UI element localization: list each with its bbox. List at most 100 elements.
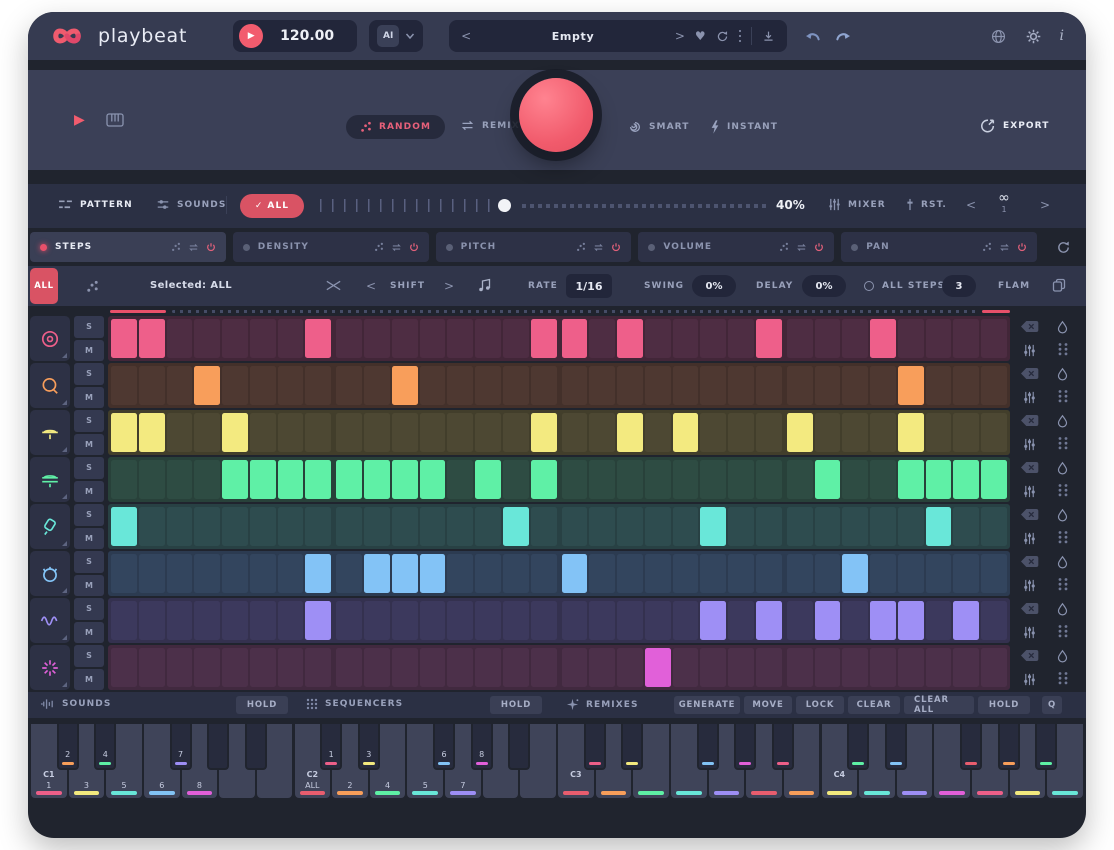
step-cell-10[interactable] — [364, 460, 390, 499]
step-cell-27[interactable] — [842, 460, 868, 499]
tab-sounds[interactable]: SOUNDS — [156, 198, 226, 211]
solo-button[interactable]: S — [74, 316, 104, 338]
step-cell-14[interactable] — [475, 601, 501, 640]
piano-mode-icon[interactable] — [106, 113, 124, 127]
step-cell-10[interactable] — [364, 554, 390, 593]
step-cell-24[interactable] — [756, 601, 782, 640]
step-cell-17[interactable] — [562, 319, 588, 358]
piano-key-As2[interactable] — [508, 724, 530, 770]
drag-handle-icon[interactable] — [1047, 669, 1078, 691]
step-cell-4[interactable] — [194, 554, 220, 593]
step-cell-19[interactable] — [617, 413, 643, 452]
step-cell-20[interactable] — [645, 554, 671, 593]
step-cell-11[interactable] — [392, 413, 418, 452]
step-cell-10[interactable] — [364, 319, 390, 358]
step-cell-20[interactable] — [645, 413, 671, 452]
step-cell-29[interactable] — [898, 413, 924, 452]
mute-button[interactable]: M — [74, 528, 104, 550]
erase-track-icon[interactable] — [1014, 316, 1045, 338]
step-cell-21[interactable] — [673, 648, 699, 687]
step-cell-8[interactable] — [305, 319, 331, 358]
step-cell-23[interactable] — [728, 366, 754, 405]
step-cell-26[interactable] — [815, 648, 841, 687]
tab-density[interactable]: DENSITY — [233, 232, 429, 262]
step-cell-17[interactable] — [562, 366, 588, 405]
solo-button[interactable]: S — [74, 457, 104, 479]
step-cell-8[interactable] — [305, 507, 331, 546]
loop-icon[interactable] — [999, 243, 1010, 252]
step-cell-26[interactable] — [815, 554, 841, 593]
piano-key-Ds1[interactable]: 4 — [94, 724, 116, 770]
step-cell-16[interactable] — [531, 366, 557, 405]
piano-key-Cs2[interactable]: 1 — [320, 724, 342, 770]
step-cell-28[interactable] — [870, 507, 896, 546]
step-cell-25[interactable] — [787, 366, 813, 405]
step-cell-9[interactable] — [336, 554, 362, 593]
step-cell-6[interactable] — [250, 413, 276, 452]
step-cell-13[interactable] — [447, 413, 473, 452]
drag-handle-icon[interactable] — [1047, 528, 1078, 550]
step-cell-22[interactable] — [700, 507, 726, 546]
drag-handle-icon[interactable] — [1047, 340, 1078, 362]
step-cell-22[interactable] — [700, 413, 726, 452]
step-cell-13[interactable] — [447, 554, 473, 593]
step-cell-20[interactable] — [645, 319, 671, 358]
step-cell-18[interactable] — [589, 319, 615, 358]
step-cell-13[interactable] — [447, 366, 473, 405]
piano-key-Fs3[interactable] — [697, 724, 719, 770]
step-cell-31[interactable] — [953, 366, 979, 405]
instant-button[interactable]: INSTANT — [710, 120, 778, 134]
step-cell-28[interactable] — [870, 366, 896, 405]
step-cell-18[interactable] — [589, 554, 615, 593]
step-cell-31[interactable] — [953, 601, 979, 640]
quantize-button[interactable]: Q — [1042, 696, 1062, 714]
step-cell-19[interactable] — [617, 460, 643, 499]
step-cell-6[interactable] — [250, 507, 276, 546]
mute-button[interactable]: M — [74, 575, 104, 597]
export-button[interactable]: EXPORT — [980, 118, 1049, 134]
generate-button[interactable]: GENERATE — [674, 696, 740, 714]
step-cell-6[interactable] — [250, 554, 276, 593]
track-sliders-icon[interactable] — [1014, 528, 1045, 550]
step-cell-12[interactable] — [420, 319, 446, 358]
step-cell-9[interactable] — [336, 319, 362, 358]
step-cell-26[interactable] — [815, 366, 841, 405]
piano-key-As1[interactable] — [245, 724, 267, 770]
step-cell-31[interactable] — [953, 460, 979, 499]
step-cell-31[interactable] — [953, 413, 979, 452]
step-cell-3[interactable] — [167, 460, 193, 499]
step-cell-32[interactable] — [981, 460, 1007, 499]
piano-key-Ds3[interactable] — [621, 724, 643, 770]
track-sliders-icon[interactable] — [1014, 340, 1045, 362]
step-cell-15[interactable] — [503, 601, 529, 640]
step-cell-17[interactable] — [562, 554, 588, 593]
step-cell-32[interactable] — [981, 601, 1007, 640]
step-cell-19[interactable] — [617, 648, 643, 687]
step-cell-24[interactable] — [756, 366, 782, 405]
piano-key-As3[interactable] — [772, 724, 794, 770]
step-cell-19[interactable] — [617, 319, 643, 358]
step-cell-13[interactable] — [447, 507, 473, 546]
gear-icon[interactable] — [1025, 28, 1042, 45]
step-cell-30[interactable] — [926, 648, 952, 687]
repeat-drop-icon[interactable] — [1047, 410, 1078, 432]
bpm-value[interactable]: 120.00 — [263, 28, 351, 44]
step-cell-17[interactable] — [562, 648, 588, 687]
solo-button[interactable]: S — [74, 504, 104, 526]
step-cell-1[interactable] — [111, 601, 137, 640]
step-cell-25[interactable] — [787, 413, 813, 452]
hihat-icon[interactable] — [30, 410, 70, 455]
step-cell-27[interactable] — [842, 601, 868, 640]
remixes-section[interactable]: REMIXES — [566, 698, 639, 711]
step-cell-9[interactable] — [336, 366, 362, 405]
clear-all-button[interactable]: CLEAR ALL — [904, 696, 974, 714]
piano-key-Ds2[interactable]: 3 — [358, 724, 380, 770]
power-icon[interactable] — [1017, 242, 1027, 252]
step-cell-14[interactable] — [475, 319, 501, 358]
track-sliders-icon[interactable] — [1014, 575, 1045, 597]
step-cell-21[interactable] — [673, 460, 699, 499]
step-cell-16[interactable] — [531, 554, 557, 593]
mute-button[interactable]: M — [74, 340, 104, 362]
preset-name[interactable]: Empty — [481, 30, 665, 43]
step-cell-11[interactable] — [392, 366, 418, 405]
